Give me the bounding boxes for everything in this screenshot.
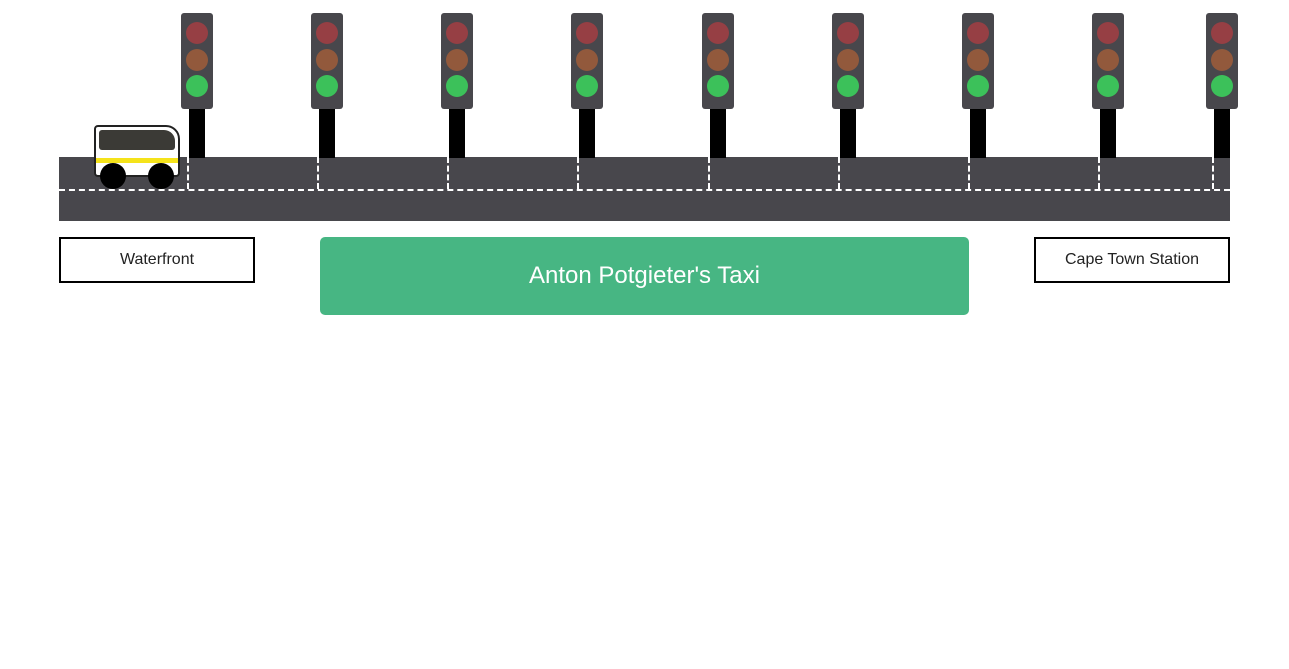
stop-line	[968, 157, 970, 189]
traffic-light-pole	[840, 108, 856, 158]
traffic-light-icon	[571, 13, 603, 109]
amber-lamp	[186, 49, 208, 71]
stop-line	[708, 157, 710, 189]
green-lamp	[316, 75, 338, 97]
game-title-banner[interactable]: Anton Potgieter's Taxi	[320, 237, 969, 315]
amber-lamp	[707, 49, 729, 71]
stop-line	[1098, 157, 1100, 189]
stop-line	[187, 157, 189, 189]
traffic-light-icon	[1206, 13, 1238, 109]
red-lamp	[576, 22, 598, 44]
taxi-stripe	[96, 158, 178, 163]
traffic-light-icon	[702, 13, 734, 109]
amber-lamp	[1211, 49, 1233, 71]
traffic-light-icon	[441, 13, 473, 109]
red-lamp	[446, 22, 468, 44]
road	[59, 157, 1230, 221]
green-lamp	[1211, 75, 1233, 97]
red-lamp	[837, 22, 859, 44]
amber-lamp	[1097, 49, 1119, 71]
traffic-light-icon	[181, 13, 213, 109]
taxi-rear-wheel	[100, 163, 126, 189]
red-lamp	[707, 22, 729, 44]
end-stop-label: Cape Town Station	[1034, 237, 1230, 283]
red-lamp	[1097, 22, 1119, 44]
minibus-taxi-icon	[94, 125, 180, 189]
traffic-light-icon	[962, 13, 994, 109]
red-lamp	[316, 22, 338, 44]
green-lamp	[1097, 75, 1119, 97]
stop-line	[838, 157, 840, 189]
traffic-light-icon	[1092, 13, 1124, 109]
green-lamp	[576, 75, 598, 97]
stop-line	[447, 157, 449, 189]
green-lamp	[186, 75, 208, 97]
red-lamp	[186, 22, 208, 44]
green-lamp	[707, 75, 729, 97]
red-lamp	[967, 22, 989, 44]
road-center-line	[59, 189, 1230, 191]
traffic-light-icon	[311, 13, 343, 109]
taxi-window	[99, 130, 175, 150]
green-lamp	[967, 75, 989, 97]
amber-lamp	[837, 49, 859, 71]
green-lamp	[837, 75, 859, 97]
taxi-front-wheel	[148, 163, 174, 189]
amber-lamp	[446, 49, 468, 71]
amber-lamp	[316, 49, 338, 71]
traffic-light-icon	[832, 13, 864, 109]
amber-lamp	[576, 49, 598, 71]
traffic-light-pole	[579, 108, 595, 158]
traffic-light-pole	[710, 108, 726, 158]
traffic-light-pole	[449, 108, 465, 158]
green-lamp	[446, 75, 468, 97]
traffic-light-pole	[970, 108, 986, 158]
taxi-game-scene: Waterfront Anton Potgieter's Taxi Cape T…	[0, 0, 1289, 669]
traffic-light-pole	[319, 108, 335, 158]
traffic-light-pole	[1214, 108, 1230, 158]
traffic-light-pole	[1100, 108, 1116, 158]
stop-line	[577, 157, 579, 189]
amber-lamp	[967, 49, 989, 71]
red-lamp	[1211, 22, 1233, 44]
stop-line	[317, 157, 319, 189]
traffic-light-pole	[189, 108, 205, 158]
stop-line	[1212, 157, 1214, 189]
start-stop-label: Waterfront	[59, 237, 255, 283]
